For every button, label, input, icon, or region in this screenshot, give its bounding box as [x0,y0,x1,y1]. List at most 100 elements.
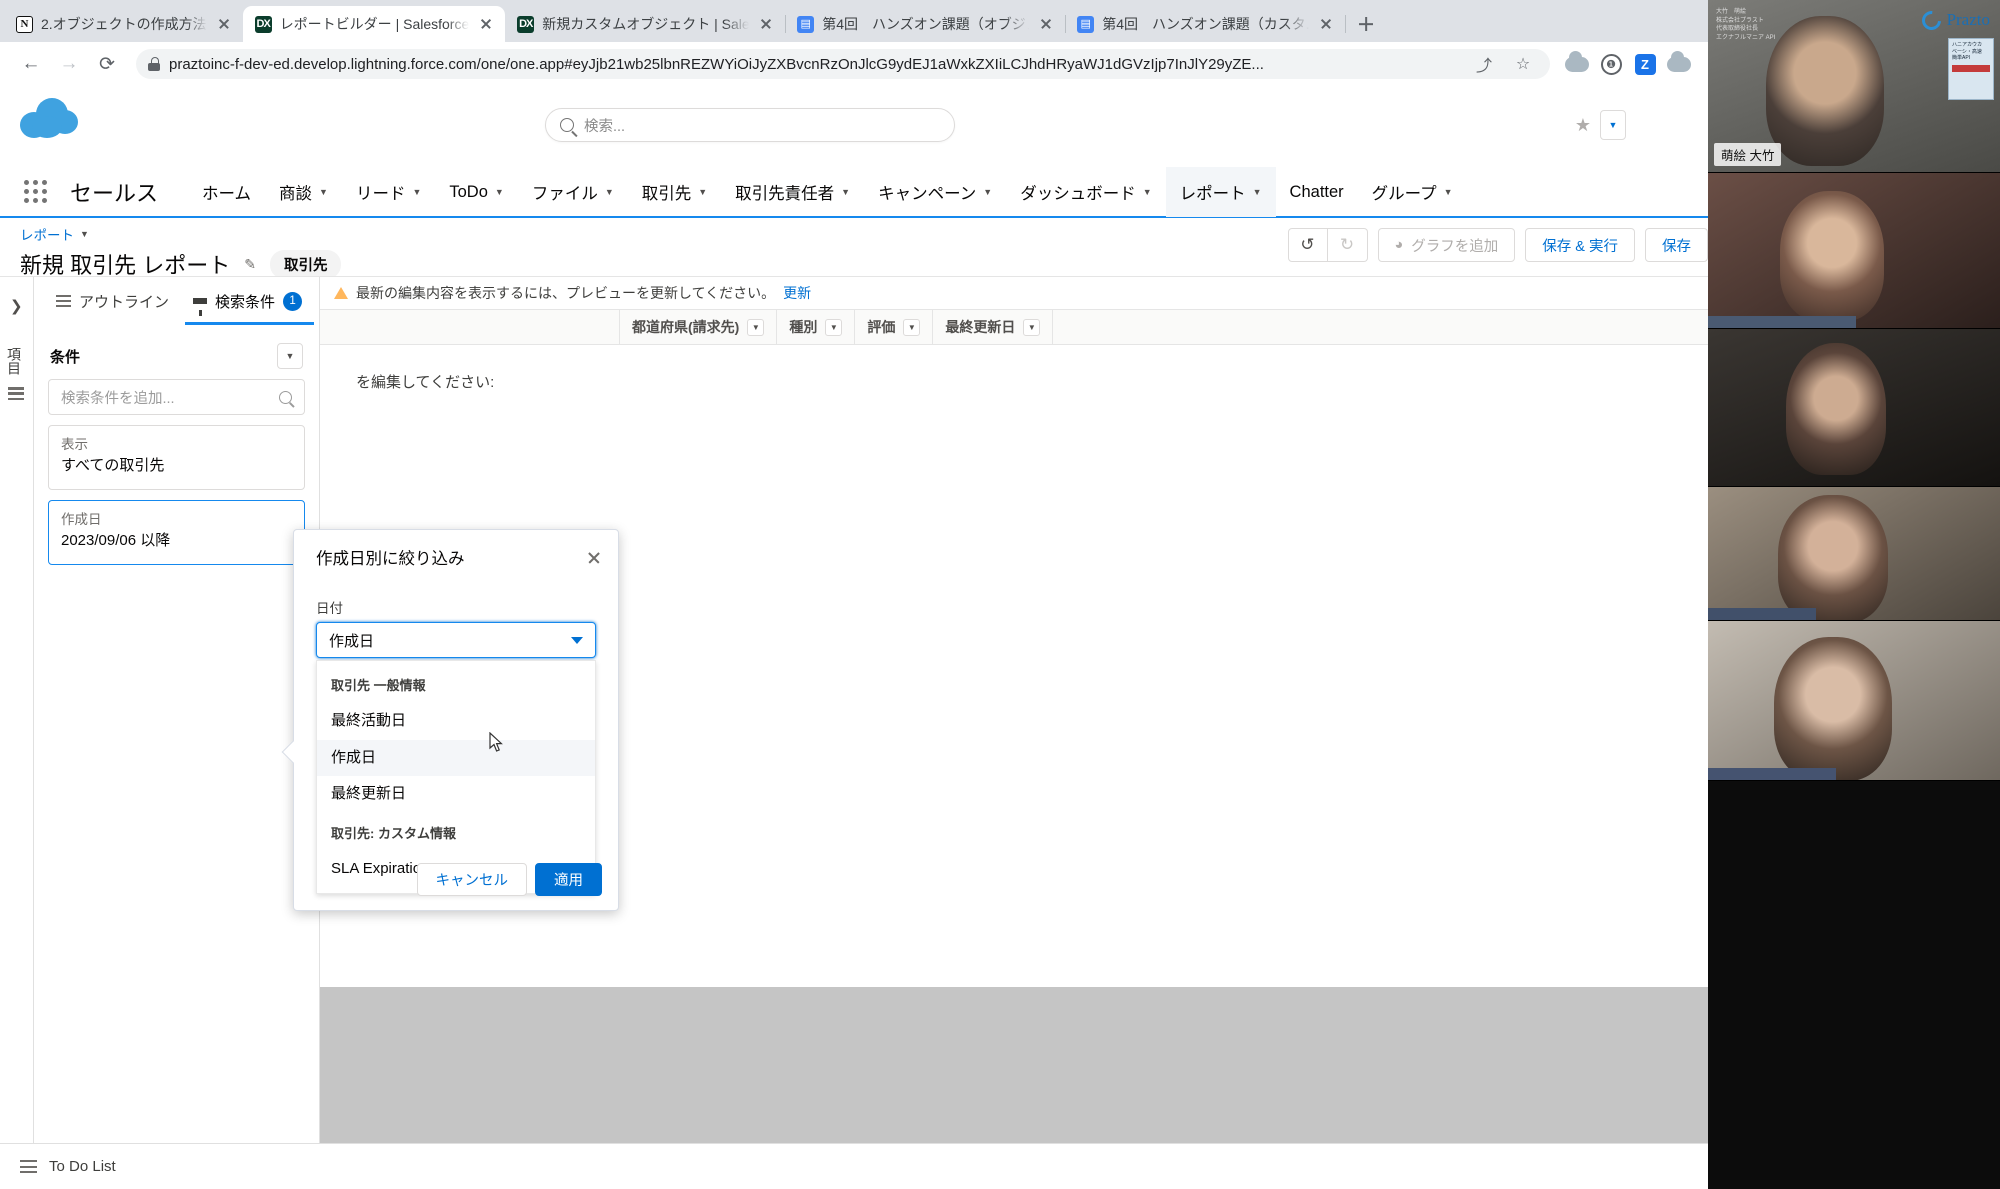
chevron-down-icon[interactable]: ▼ [841,187,850,197]
add-filter-input[interactable]: 検索条件を追加... [48,379,305,415]
info-circle-icon[interactable]: ❶ [1596,49,1626,79]
save-button[interactable]: 保存 [1645,228,1708,262]
tab-outline[interactable]: アウトライン [44,277,181,325]
app-name[interactable]: セールス [70,176,158,208]
column-header-type[interactable]: 種別 ▼ [777,309,856,345]
browser-window: N 2.オブジェクトの作成方法 DX レポートビルダー | Salesforce… [0,0,1708,1189]
chevron-down-icon[interactable]: ▼ [1600,110,1626,140]
participant-silhouette [1766,16,1884,166]
nav-item-contacts[interactable]: 取引先責任者 ▼ [721,167,864,217]
undo-redo-group: ↺ ↻ [1287,228,1368,262]
app-launcher-grid-icon[interactable] [24,180,54,204]
cloud-icon[interactable] [1562,49,1592,79]
tab-label: アウトライン [79,293,170,311]
forward-icon[interactable]: → [52,47,86,81]
close-icon[interactable] [1317,15,1335,33]
browser-tab-5[interactable]: ▤ 第4回 ハンズオン課題（カスタム項 [1065,6,1347,42]
video-tile-3[interactable] [1708,328,2000,486]
filter-card-created-date[interactable]: 作成日 2023/09/06 以降 [48,499,305,565]
sync-cloud-icon[interactable] [1664,49,1694,79]
star-icon[interactable]: ★ [1566,108,1600,142]
close-icon[interactable] [582,546,606,570]
nav-item-tasks[interactable]: ToDo ▼ [435,167,517,217]
chevron-down-icon[interactable]: ▼ [277,343,303,369]
filter-card-show-me[interactable]: 表示 すべての取引先 [48,425,305,490]
nav-item-leads[interactable]: リード ▼ [342,167,435,217]
nav-item-files[interactable]: ファイル ▼ [518,167,628,217]
chevron-down-icon[interactable]: ▼ [1023,318,1041,336]
nav-item-reports[interactable]: レポート ▼ [1165,167,1276,217]
nav-item-campaigns[interactable]: キャンペーン ▼ [864,167,1006,217]
column-header-rating[interactable]: 評価 ▼ [855,309,934,345]
chevron-down-icon[interactable]: ▼ [319,187,328,197]
nav-label: 取引先責任者 [735,185,835,203]
preview-message: を編集してください: [356,374,495,391]
video-tile-2[interactable] [1708,172,2000,328]
column-header-billing-state[interactable]: 都道府県(請求先) ▼ [620,309,778,345]
back-icon[interactable]: ← [14,47,48,81]
close-icon[interactable] [215,15,233,33]
pencil-icon[interactable]: ✎ [244,256,256,273]
global-search-input[interactable]: 検索... [545,108,955,142]
add-chart-button[interactable]: ◕ グラフを追加 [1377,228,1516,262]
dropdown-option-last-modified[interactable]: 最終更新日 [317,776,595,813]
apply-button[interactable]: 適用 [535,863,602,896]
nav-item-opportunities[interactable]: 商談 ▼ [265,167,342,217]
browser-tab-3[interactable]: DX 新規カスタムオブジェクト | Salesforce [505,6,787,42]
fields-rail[interactable]: ❯ 項目 [0,277,34,1187]
bookmark-star-icon[interactable]: ☆ [1508,49,1538,79]
nav-label: ToDo [449,182,488,201]
chevron-down-icon[interactable]: ▼ [1143,187,1152,197]
chevron-down-icon[interactable]: ▼ [747,318,765,336]
date-field-combobox[interactable]: 作成日 [316,622,596,659]
close-icon[interactable] [1037,15,1055,33]
chevron-down-icon[interactable]: ▼ [903,318,921,336]
nav-item-chatter[interactable]: Chatter [1276,167,1358,217]
video-tile-4[interactable] [1708,486,2000,620]
cancel-button[interactable]: キャンセル [416,863,527,896]
tab-filters[interactable]: 検索条件 1 [181,277,315,325]
redo-button[interactable]: ↻ [1327,228,1368,262]
chevron-down-icon[interactable]: ▼ [605,187,614,197]
nav-item-accounts[interactable]: 取引先 ▼ [628,167,721,217]
brand-label: Prazto [1946,10,1990,29]
zoom-extension-icon[interactable]: Z [1630,49,1660,79]
column-header-last-modified[interactable]: 最終更新日 ▼ [933,309,1054,345]
reload-icon[interactable]: ⟳ [90,47,124,81]
browser-tab-1[interactable]: N 2.オブジェクトの作成方法 [4,6,244,42]
chevron-down-icon[interactable] [571,636,583,644]
dropdown-option-last-activity[interactable]: 最終活動日 [317,703,595,740]
save-and-run-button[interactable]: 保存 & 実行 [1525,228,1635,262]
nav-item-home[interactable]: ホーム [188,167,265,217]
chevron-down-icon[interactable]: ▼ [825,318,843,336]
nav-label: レポート [1179,185,1246,203]
dropdown-option-created-date[interactable]: 作成日 [317,739,595,777]
chevron-down-icon[interactable]: ▼ [412,187,421,197]
close-icon[interactable] [477,15,495,33]
nav-item-groups[interactable]: グループ ▼ [1358,167,1467,217]
chevron-down-icon[interactable]: ▼ [1253,187,1262,197]
undo-button[interactable]: ↺ [1287,228,1328,262]
chevron-right-icon[interactable]: ❯ [10,297,23,315]
close-icon[interactable] [757,15,775,33]
browser-tab-2[interactable]: DX レポートビルダー | Salesforce [242,6,506,42]
video-conference-panel: 大竹 萌絵 株式会社プラスト 代表取締役社長 エクナフルマニア API Praz… [1708,0,2000,1189]
share-icon[interactable]: ⤴ [1469,49,1499,79]
tab-title: 新規カスタムオブジェクト | Salesforce [542,16,750,32]
refresh-preview-link[interactable]: 更新 [783,283,811,303]
column-label: 種別 [789,319,818,335]
chevron-down-icon[interactable]: ▼ [983,187,992,197]
chevron-down-icon[interactable]: ▼ [1444,187,1453,197]
filter-value: 2023/09/06 以降 [61,532,171,549]
salesforce-cloud-logo[interactable] [18,96,80,144]
browser-tab-4[interactable]: ▤ 第4回 ハンズオン課題（オブジェク [785,6,1067,42]
video-tile-main[interactable]: 大竹 萌絵 株式会社プラスト 代表取締役社長 エクナフルマニア API Praz… [1708,0,2000,172]
new-tab-button[interactable] [1351,9,1381,39]
nav-item-dashboards[interactable]: ダッシュボード ▼ [1006,167,1165,217]
chevron-down-icon[interactable]: ▼ [495,187,504,197]
todo-list-bar[interactable]: To Do List [0,1143,1708,1189]
chevron-down-icon[interactable]: ▼ [698,187,707,197]
address-bar[interactable]: praztoinc-f-dev-ed.develop.lightning.for… [136,49,1550,79]
video-tile-5[interactable] [1708,620,2000,780]
chevron-down-icon[interactable]: ▼ [80,229,89,239]
